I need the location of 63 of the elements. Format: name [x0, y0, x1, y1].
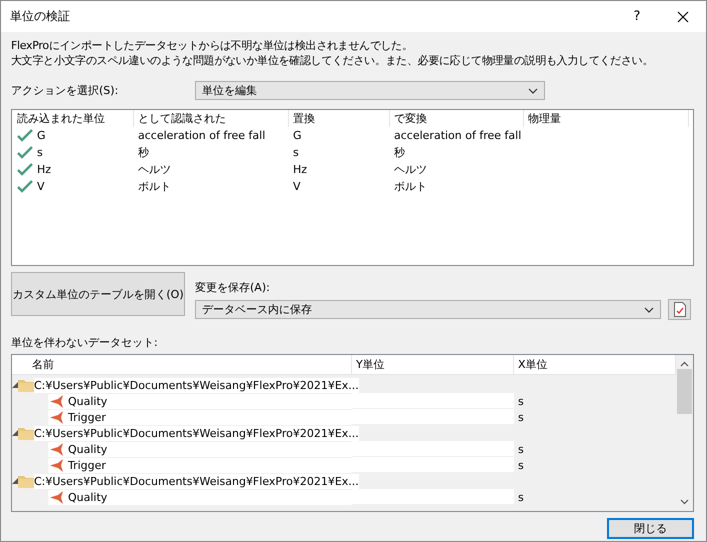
action-dropdown[interactable]: 単位を編集 — [195, 81, 545, 100]
column-header: 置換 — [293, 110, 390, 127]
column-header: Y単位 — [352, 355, 514, 374]
custom-table-button[interactable]: カスタム単位のテーブルを開く(O) — [11, 272, 185, 316]
table-cell-text: G — [293, 129, 303, 142]
window-title: 単位の検証 — [10, 8, 71, 25]
document-button[interactable] — [668, 299, 691, 320]
document-check-icon — [674, 302, 686, 317]
table-cell: s — [37, 146, 43, 159]
table-cell-text: ヘルツ — [138, 162, 172, 177]
expand-triangle-icon[interactable] — [12, 430, 18, 436]
table-cell-text: V — [293, 180, 302, 193]
folder-icon — [18, 426, 34, 440]
signal-icon — [50, 442, 66, 456]
table-cell-text: acceleration of free fall — [394, 129, 522, 142]
table-cell: V — [37, 180, 45, 193]
message-text: FlexProにインポートしたデータセットからは不明な単位は検出されませんでした。 — [11, 38, 414, 53]
table-cell-text: s — [517, 410, 525, 425]
table-cell-text: 秒 — [138, 145, 150, 160]
scroll-down-icon — [680, 499, 689, 505]
help-button[interactable]: ? — [614, 1, 660, 32]
column-header: として認識された — [138, 110, 289, 127]
column-header: 読み込まれた単位 — [17, 110, 134, 127]
table-cell: G — [37, 129, 46, 142]
folder-icon — [18, 474, 34, 488]
tree-item[interactable]: Trigger — [68, 410, 352, 424]
signal-icon — [50, 410, 66, 424]
table-cell-text: ボルト — [394, 179, 428, 194]
close-icon — [677, 10, 689, 22]
column-header: 名前 — [12, 355, 352, 374]
expand-triangle-icon[interactable] — [12, 478, 18, 484]
signal-icon — [50, 490, 66, 504]
column-header: 物理量 — [528, 110, 689, 127]
table-cell-text: 秒 — [394, 145, 406, 160]
table-cell-text: s — [293, 146, 300, 159]
folder-icon — [18, 378, 34, 392]
column-header: で変換 — [394, 110, 524, 127]
table-cell-text: ヘルツ — [394, 162, 428, 177]
tree-item[interactable]: Quality — [68, 442, 352, 456]
message-text: 大文字と小文字のスペル違いのような問題がないか単位を確認してください。また、必要に応じて物理量の説明も入力してください。 — [11, 53, 654, 68]
tree-item[interactable]: Quality — [68, 490, 352, 504]
field-label: アクションを選択(S): — [11, 83, 120, 98]
tree-item[interactable]: C:¥Users¥Public¥Documents¥Weisang¥FlexPro¥2021¥Ex... — [34, 378, 359, 392]
table-cell-text: s — [517, 490, 525, 505]
table-cell-text: ボルト — [138, 179, 172, 194]
table-cell: Hz — [37, 163, 52, 176]
tree-item[interactable]: C:¥Users¥Public¥Documents¥Weisang¥FlexPro¥2021¥Ex... — [34, 474, 359, 488]
expand-triangle-icon[interactable] — [12, 382, 18, 388]
close-dialog-button[interactable]: 閉じる — [607, 518, 694, 539]
table-cell-text: s — [517, 442, 525, 457]
table-cell-text: Hz — [293, 163, 308, 176]
table-cell-text: s — [517, 458, 525, 473]
save-dropdown[interactable]: データベース内に保存 — [195, 300, 661, 319]
tree-item[interactable]: Quality — [68, 394, 352, 408]
signal-icon — [50, 394, 66, 408]
field-label: 変更を保存(A): — [195, 280, 271, 295]
tree-item[interactable]: C:¥Users¥Public¥Documents¥Weisang¥FlexPro¥2021¥Ex... — [34, 426, 359, 440]
table-cell-text: s — [517, 394, 525, 409]
section-label: 単位を伴わないデータセット: — [11, 335, 159, 350]
scroll-up-icon — [680, 361, 689, 367]
signal-icon — [50, 458, 66, 472]
table-cell-text: acceleration of free fall — [138, 129, 266, 142]
tree-item[interactable]: Trigger — [68, 458, 352, 472]
